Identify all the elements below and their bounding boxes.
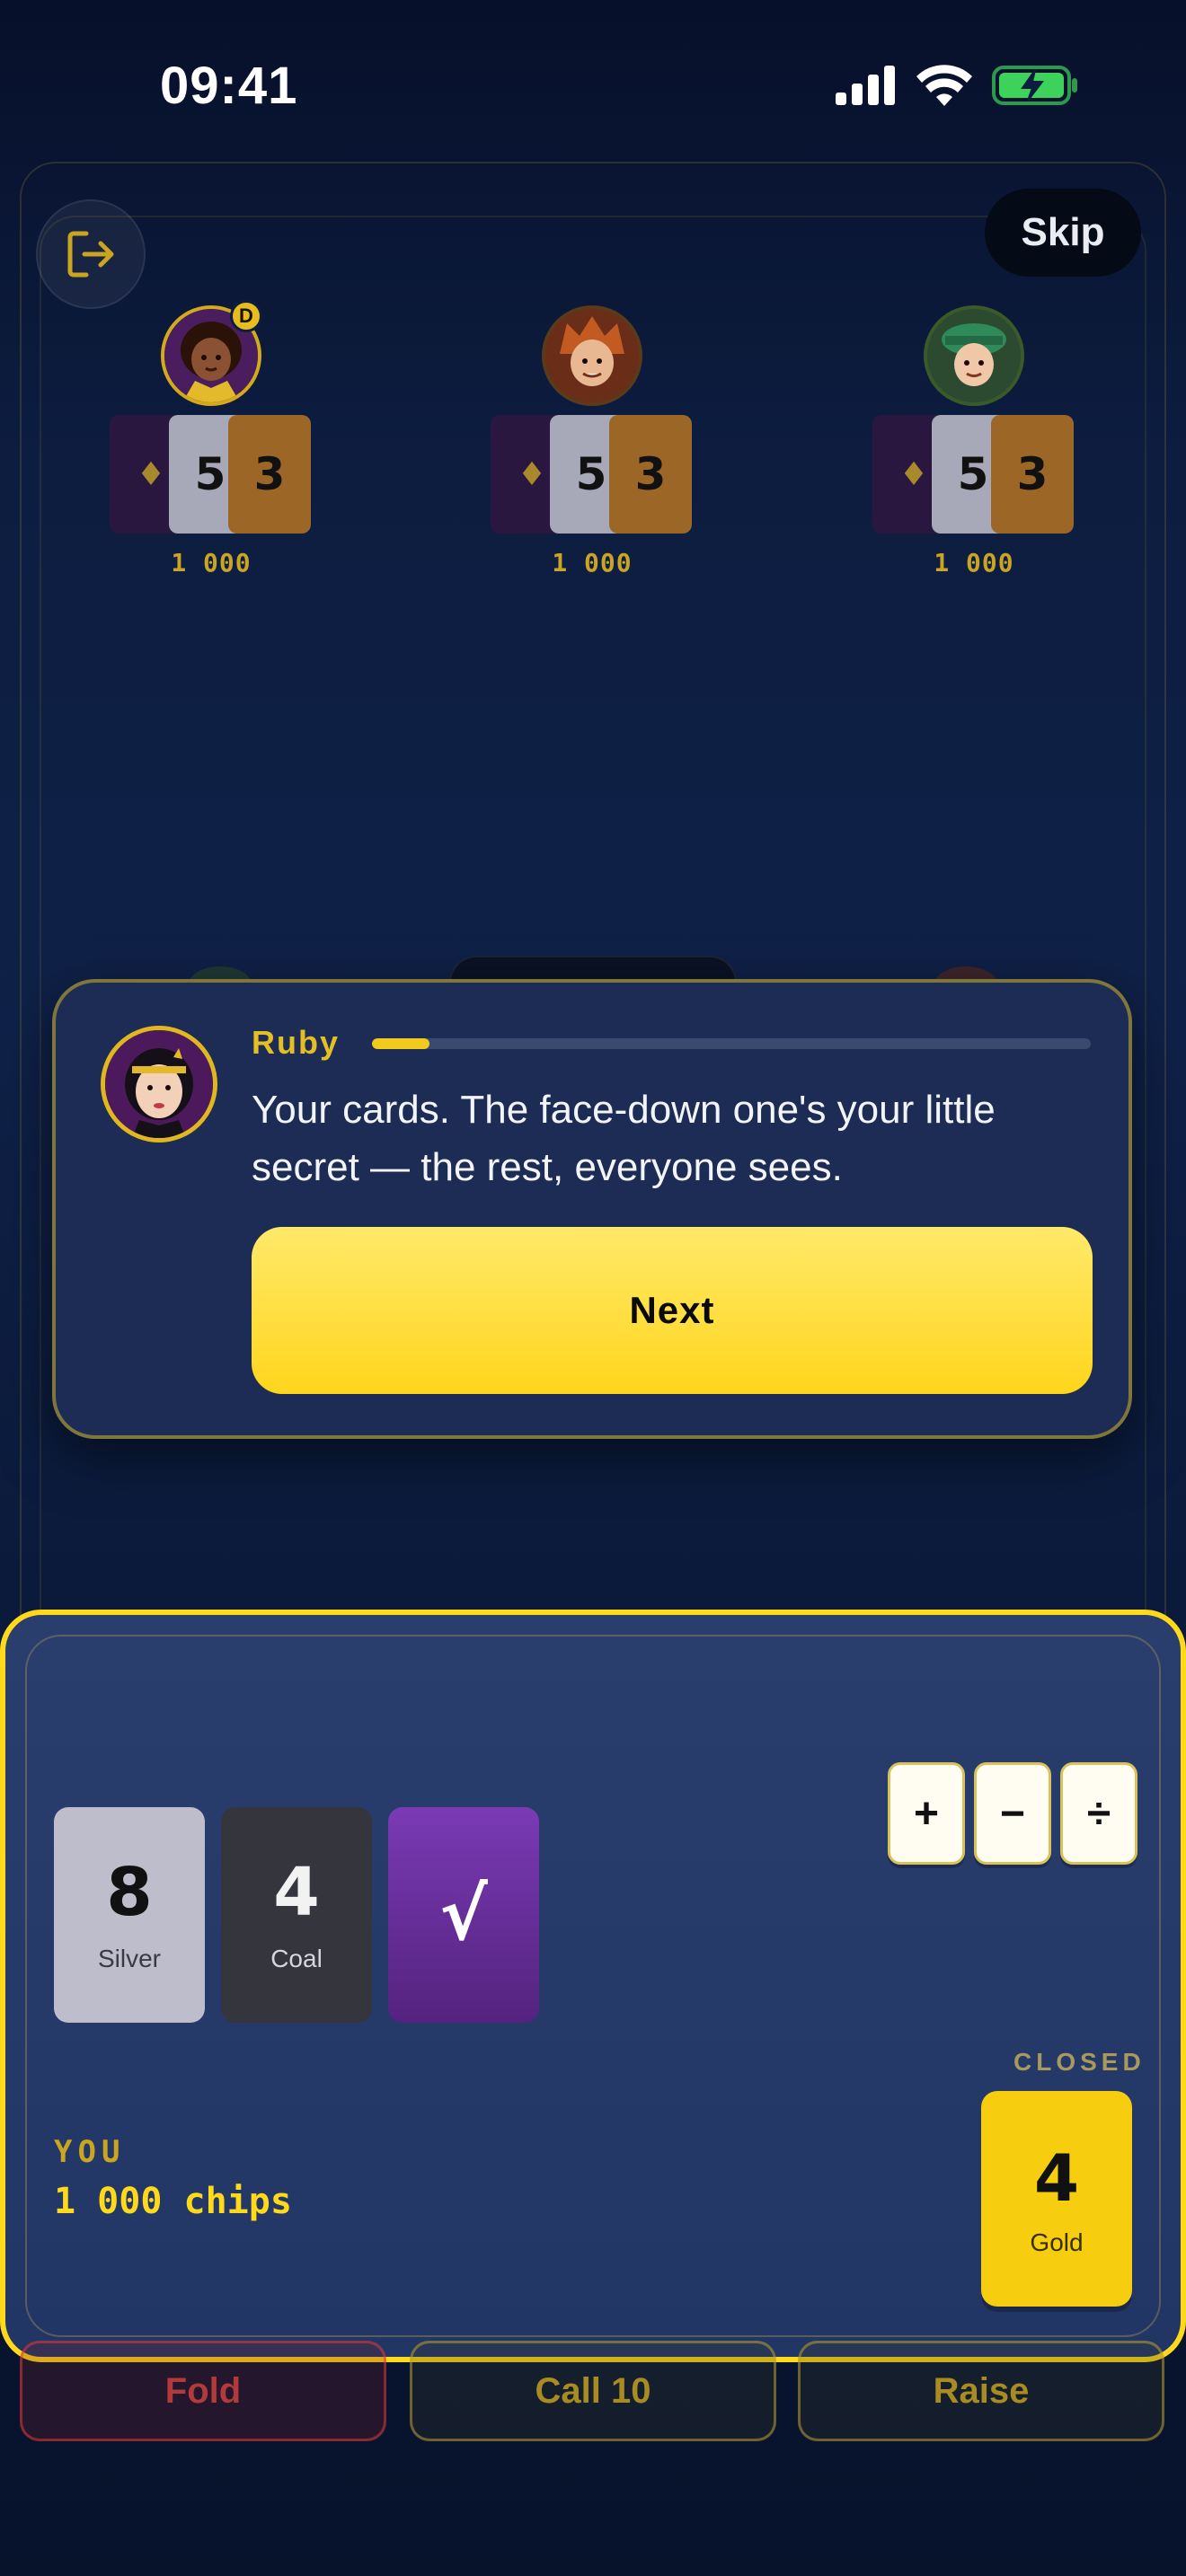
card-bronze: 3 (228, 415, 311, 534)
battery-charging-icon (992, 66, 1077, 105)
exit-button[interactable] (36, 199, 146, 309)
tutorial-progress-bar (372, 1038, 1091, 1049)
player-card-sqrt[interactable]: √ (388, 1807, 539, 2023)
opponent-portrait-icon (927, 309, 1021, 402)
opponent-avatar (542, 305, 642, 406)
opponent-right: ♦ 5 3 1 000 (872, 305, 1075, 578)
dealer-badge: D (230, 300, 262, 332)
card-bronze: 3 (609, 415, 692, 534)
player-chips: 1 000 chips (54, 2181, 292, 2222)
closed-card-label: CLOSED (1013, 2048, 1146, 2076)
opponent-hand: ♦ 5 3 (491, 415, 694, 534)
card-value: √ (439, 1873, 488, 1956)
call-button[interactable]: Call 10 (410, 2341, 776, 2441)
opponent-left: D ♦ 5 3 1 000 (110, 300, 313, 578)
card-label: Coal (270, 1945, 323, 1972)
card-value: 8 (106, 1854, 153, 1931)
raise-button[interactable]: Raise (798, 2341, 1164, 2441)
card-bronze: 3 (991, 415, 1074, 534)
operator-plus-button[interactable]: + (888, 1762, 965, 1865)
tutorial-dialog: Ruby Your cards. The face-down one's you… (52, 979, 1132, 1439)
opponent-center: ♦ 5 3 1 000 (491, 305, 694, 578)
opponent-avatar (924, 305, 1024, 406)
tutorial-progress-fill (372, 1038, 429, 1049)
tutorial-message: Your cards. The face-down one's your lit… (252, 1088, 996, 1189)
skip-button[interactable]: Skip (985, 189, 1141, 277)
player-label: YOU (54, 2134, 126, 2170)
ruby-portrait-icon (105, 1030, 213, 1138)
operator-minus-button[interactable]: − (974, 1762, 1051, 1865)
opponent-hand: ♦ 5 3 (872, 415, 1075, 534)
wifi-icon (916, 65, 972, 106)
exit-icon (67, 231, 114, 278)
status-icons (836, 65, 1078, 106)
card-label: Gold (1030, 2228, 1084, 2256)
opponent-chips: 1 000 (934, 548, 1014, 578)
opponent-hand: ♦ 5 3 (110, 415, 313, 534)
card-value: 4 (273, 1854, 320, 1931)
signal-icon (836, 66, 895, 105)
player-closed-card[interactable]: 4 Gold (981, 2091, 1132, 2307)
player-card-coal[interactable]: 4 Coal (221, 1807, 372, 2023)
next-button[interactable]: Next (252, 1227, 1093, 1394)
operator-divide-button[interactable]: ÷ (1060, 1762, 1137, 1865)
card-label: Silver (97, 1945, 161, 1972)
opponent-portrait-icon (545, 309, 639, 402)
opponent-chips: 1 000 (552, 548, 633, 578)
speaker-name: Ruby (252, 1024, 340, 1061)
card-value: 4 (1033, 2140, 1080, 2216)
opponent-chips: 1 000 (171, 548, 252, 578)
status-time: 09:41 (160, 57, 298, 115)
fold-button[interactable]: Fold (20, 2341, 386, 2441)
ruby-avatar (101, 1026, 217, 1142)
player-card-silver[interactable]: 8 Silver (54, 1807, 205, 2023)
player-area: + − ÷ 8 Silver 4 Coal √ YOU 1 000 chips … (0, 1610, 1186, 2362)
